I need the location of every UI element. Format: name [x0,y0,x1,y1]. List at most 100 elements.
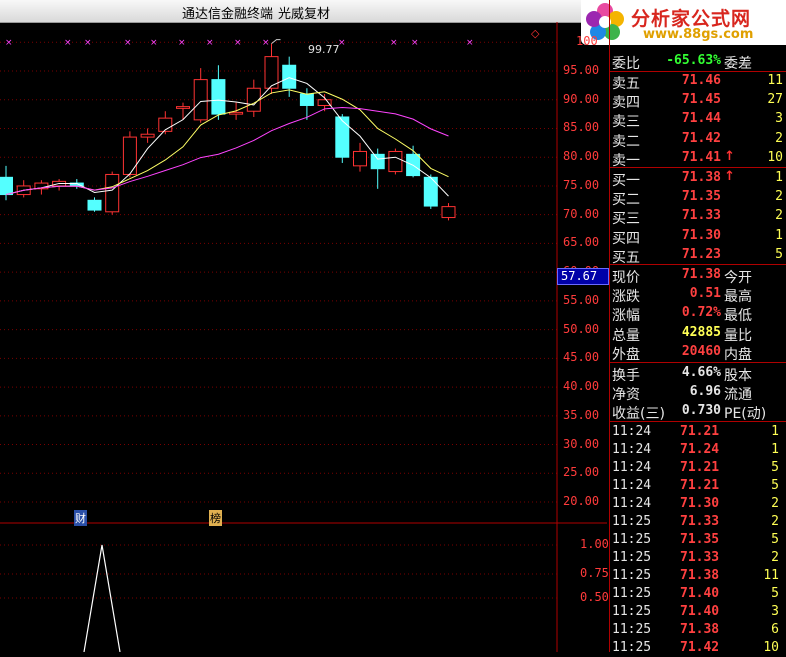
top-marker: × [411,38,419,48]
top-marker: × [390,38,398,48]
candle-body [193,79,208,121]
sell-level-row: 卖四 71.45 27 [610,91,786,111]
fin-row: 净资 6.96 流通 [610,383,786,404]
row-label: 涨跌 [612,289,640,306]
buy-level-row: 买一 71.38 ↑ 1 [610,169,786,189]
row-label-2: 股本 [724,368,752,384]
tick-row: 11:24 71.21 1 [610,423,786,441]
tick-price: 71.38 [680,568,720,583]
candle-body [176,106,190,109]
tick-time: 11:25 [612,568,652,583]
candle-body [229,111,244,115]
indicator-tick-label: 0.75 [580,566,609,580]
candle-body [87,199,102,211]
row-label-2: 委差 [724,56,752,72]
row-value: 71.38 [681,170,721,185]
row-label: 净资 [612,387,640,404]
tick-volume: 11 [763,568,779,583]
candle-body [122,136,137,175]
row-value: 71.35 [681,189,721,205]
candle-body [335,116,350,158]
candle-body [140,133,155,138]
tick-volume: 3 [771,604,779,619]
row-label: 卖五 [612,76,640,92]
tick-time: 11:25 [612,514,652,529]
row-volume: 11 [767,73,783,88]
tick-price: 71.30 [680,496,720,511]
row-value: 20460 [681,343,721,359]
row-label-2: 最低 [724,308,752,325]
tick-time: 11:25 [612,550,652,565]
row-volume: 2 [775,208,783,224]
tick-volume: 10 [763,640,779,655]
candle-body [299,93,314,106]
kline-chart[interactable]: × × × × × × × × × × × × ×◇ [0,0,607,652]
tick-volume: 6 [771,622,779,637]
quote-panel: 委比 -65.63% 委差 卖五 71.46 11 卖四 71.45 27 卖三 71.44 3 卖二 7… [609,0,786,655]
indicator-tick-label: 0.50 [580,590,609,604]
row-label: 卖二 [612,133,640,150]
up-arrow-icon: ↑ [724,148,735,164]
sell-level-row: 卖二 71.42 2 [610,130,786,150]
marker-bang[interactable]: 榜 [209,510,222,526]
row-volume: 27 [767,92,783,108]
top-marker: × [466,38,474,48]
price-tick-label: 75.00 [563,177,600,192]
row-volume: 1 [775,170,783,185]
current-price-text: 57.67 [561,269,598,283]
price-tick-label: 45.00 [563,350,600,365]
row-value: 71.38 [681,267,721,282]
tick-row: 11:25 71.40 5 [610,585,786,603]
row-label: 买一 [612,173,640,189]
row-value: 0.51 [689,286,721,302]
price-tick-label: 25.00 [563,465,600,480]
price-tick-label: 65.00 [563,235,600,250]
tick-volume: 5 [771,532,779,547]
tick-price: 71.35 [680,532,720,547]
tick-row: 11:25 71.42 10 [610,639,786,657]
price-tick-label: 95.00 [563,63,600,77]
max-price-label: 99.77 [308,43,340,56]
price-tick-label: 50.00 [563,321,600,336]
tick-time: 11:24 [612,424,652,439]
top-marker: × [5,38,13,48]
tick-time: 11:25 [612,640,652,655]
ma-long-line [5,107,449,196]
tick-price: 71.33 [680,514,720,529]
row-label: 委比 [612,56,640,72]
row-value: 4.66% [681,365,721,380]
row-value: 71.30 [681,227,721,243]
row-label-2: 量比 [724,327,752,344]
tick-price: 71.21 [680,478,720,493]
divider [609,264,786,265]
tick-row: 11:24 71.24 1 [610,441,786,459]
tick-volume: 2 [771,514,779,529]
divider [609,167,786,168]
price-tick-label: 20.00 [563,494,600,509]
row-value: 0.72% [681,305,721,321]
stat-row: 外盘 20460 内盘 [610,343,786,363]
row-value: 42885 [681,324,721,340]
marker-cai[interactable]: 财 [74,510,87,526]
top-marker: × [64,38,72,48]
row-value: 71.44 [681,111,721,127]
sell-level-row: 卖五 71.46 11 [610,72,786,92]
divider [609,71,786,72]
buy-level-row: 买二 71.35 2 [610,188,786,208]
price-tick-label: 80.00 [563,149,600,164]
candle-body [317,99,332,106]
price-tick-label: 100 [576,34,598,49]
row-label-2: 今开 [724,270,752,286]
price-tick-label: 35.00 [563,407,600,422]
row-volume: 10 [767,149,783,165]
row-label-2: 最高 [724,289,752,306]
tick-volume: 1 [771,442,779,457]
row-value: 71.33 [681,208,721,224]
row-label-2: 内盘 [724,346,752,363]
tick-price: 71.21 [680,424,720,439]
row-value: 71.41 [681,149,721,165]
tick-price: 71.40 [680,586,720,601]
top-marker: × [84,38,92,48]
candle-body [211,79,226,115]
price-tick-label: 70.00 [563,206,600,221]
